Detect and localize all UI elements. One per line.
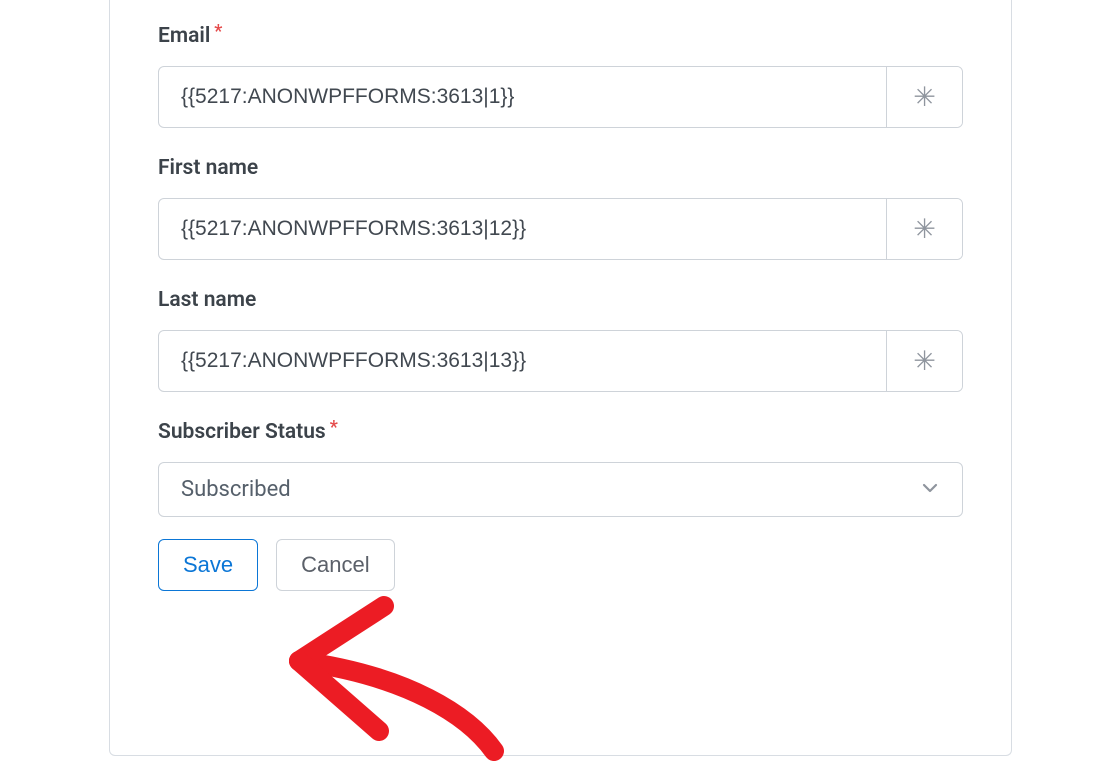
subscriber-status-label: Subscriber Status *: [158, 420, 963, 444]
first-name-input[interactable]: [159, 199, 886, 259]
email-label: Email *: [158, 24, 963, 48]
field-last-name: Last name ✳: [158, 288, 963, 392]
last-name-label-text: Last name: [158, 288, 256, 312]
first-name-label: First name: [158, 156, 963, 180]
asterisk-icon: ✳: [913, 81, 936, 113]
last-name-label: Last name: [158, 288, 963, 312]
form-panel: Email * ✳ First name ✳ Last name: [109, 0, 1012, 756]
required-indicator: *: [214, 21, 222, 42]
required-indicator: *: [330, 417, 338, 438]
asterisk-icon: ✳: [913, 213, 936, 245]
email-input-row: ✳: [158, 66, 963, 128]
asterisk-icon: ✳: [913, 345, 936, 377]
field-first-name: First name ✳: [158, 156, 963, 260]
first-name-input-row: ✳: [158, 198, 963, 260]
subscriber-status-label-text: Subscriber Status: [158, 420, 326, 444]
last-name-input-row: ✳: [158, 330, 963, 392]
last-name-input[interactable]: [159, 331, 886, 391]
cancel-button[interactable]: Cancel: [276, 539, 394, 591]
chevron-down-icon: [920, 478, 940, 502]
field-email: Email * ✳: [158, 24, 963, 128]
smart-tag-button[interactable]: ✳: [886, 331, 962, 391]
email-label-text: Email: [158, 24, 210, 48]
form-actions: Save Cancel: [158, 539, 963, 591]
save-button[interactable]: Save: [158, 539, 258, 591]
subscriber-status-select[interactable]: Subscribed: [158, 462, 963, 517]
subscriber-status-value: Subscribed: [181, 477, 920, 502]
smart-tag-button[interactable]: ✳: [886, 199, 962, 259]
email-input[interactable]: [159, 67, 886, 127]
field-subscriber-status: Subscriber Status * Subscribed: [158, 420, 963, 517]
first-name-label-text: First name: [158, 156, 258, 180]
smart-tag-button[interactable]: ✳: [886, 67, 962, 127]
